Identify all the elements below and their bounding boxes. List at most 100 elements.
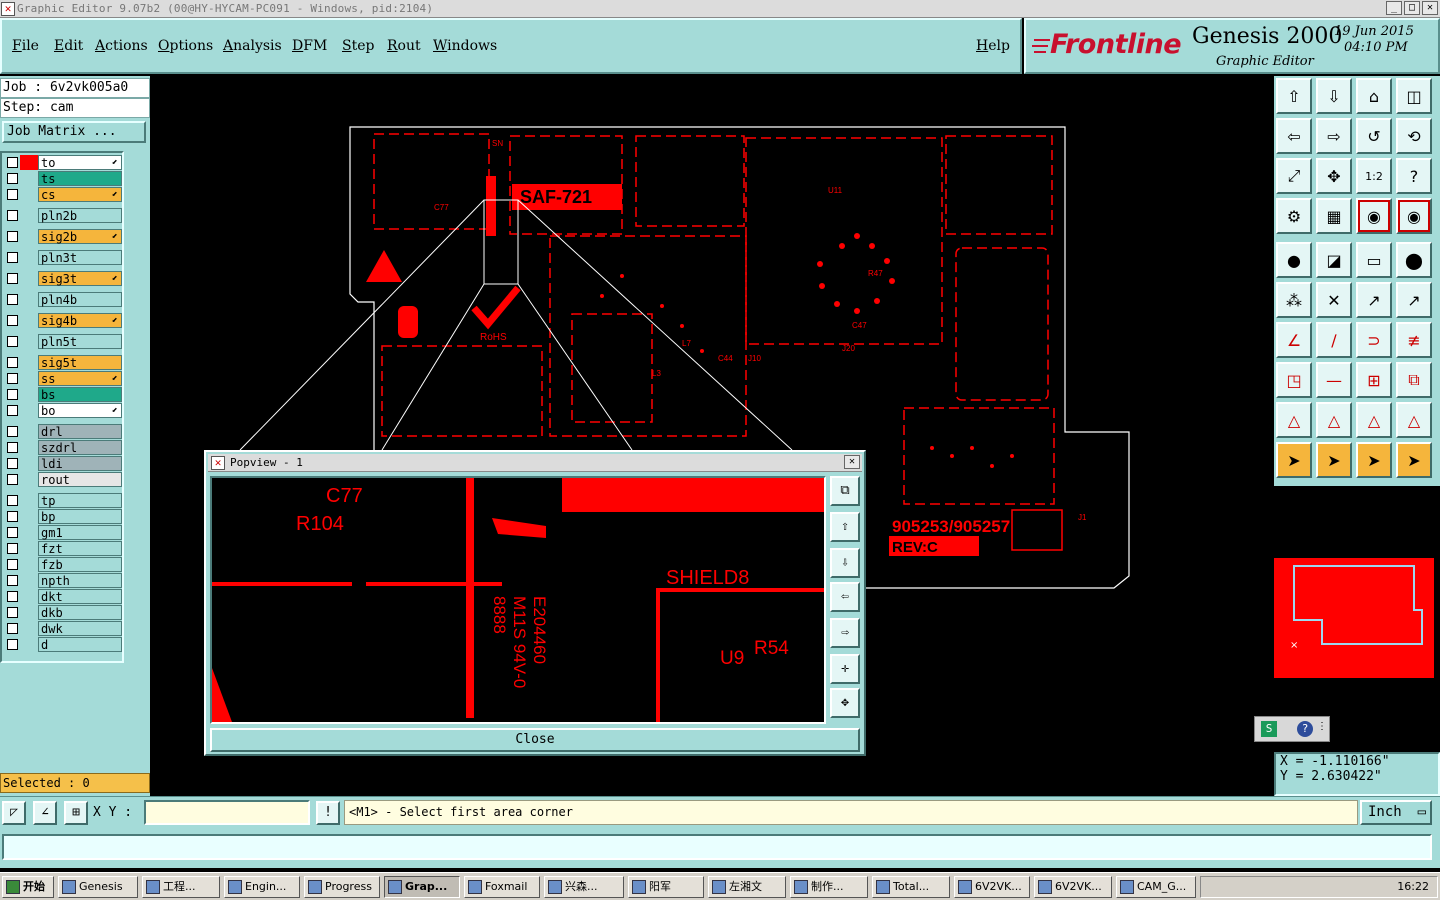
layer-checkbox[interactable] [7, 315, 18, 326]
layer-color-swatch[interactable] [20, 589, 38, 604]
layer-name[interactable]: pln5t [38, 334, 122, 349]
ruler-icon[interactable]: ▭ [1356, 242, 1392, 278]
layer-color-swatch[interactable] [20, 525, 38, 540]
more-icon[interactable]: ⋮ [1317, 721, 1327, 732]
layer-name[interactable]: ss ⬋ [38, 371, 122, 386]
taskbar-item[interactable]: Foxmail [464, 876, 540, 898]
flip-icon[interactable]: ≢ [1396, 322, 1432, 358]
taskbar-item[interactable]: CAM_G... [1116, 876, 1196, 898]
job-matrix-button[interactable]: Job Matrix ... [2, 121, 146, 143]
taskbar-item[interactable]: 工程... [142, 876, 220, 898]
triangle-2-icon[interactable]: △ [1316, 402, 1352, 438]
menu-edit[interactable]: Edit [54, 38, 83, 54]
layer-row-dwk[interactable]: dwk [4, 621, 122, 636]
layer-checkbox[interactable] [7, 442, 18, 453]
layer-row-tp[interactable]: tp [4, 493, 122, 508]
layer-checkbox[interactable] [7, 591, 18, 602]
layer-name[interactable]: bp [38, 509, 122, 524]
layer-row-bs[interactable]: bs [4, 387, 122, 402]
layer-name[interactable]: gm1 [38, 525, 122, 540]
popview-close-icon[interactable]: ✕ [844, 455, 860, 469]
layer-row-ss[interactable]: ss ⬋ [4, 371, 122, 386]
layer-color-swatch[interactable] [20, 456, 38, 471]
layer-checkbox[interactable] [7, 474, 18, 485]
group-icon[interactable]: ⧉ [1396, 362, 1432, 398]
layer-color-swatch[interactable] [20, 440, 38, 455]
taskbar-item[interactable]: Total... [872, 876, 950, 898]
layer-name[interactable]: pln3t [38, 250, 122, 265]
triangle-3-icon[interactable]: △ [1356, 402, 1392, 438]
layer-name[interactable]: ldi [38, 456, 122, 471]
pan-right-icon[interactable]: ⇨ [1316, 118, 1352, 154]
layer-color-swatch[interactable] [20, 229, 38, 244]
layer-color-swatch[interactable] [20, 605, 38, 620]
layer-row-bo[interactable]: bo ⬋ [4, 403, 122, 418]
scale-icon[interactable]: 1:2 [1356, 158, 1392, 194]
pan-all-icon[interactable]: ✥ [1316, 158, 1352, 194]
layer-name[interactable]: dkb [38, 605, 122, 620]
fit-icon[interactable]: ⤢ [1276, 158, 1312, 194]
layer-name[interactable]: tp [38, 493, 122, 508]
pointer-icon[interactable]: ➤ [1276, 442, 1312, 478]
layer-name[interactable]: szdrl [38, 440, 122, 455]
layer-name[interactable]: sig4b ⬋ [38, 313, 122, 328]
layer-row-gm1[interactable]: gm1 [4, 525, 122, 540]
layer-checkbox[interactable] [7, 575, 18, 586]
layer-name[interactable]: pln2b [38, 208, 122, 223]
layer-color-swatch[interactable] [20, 541, 38, 556]
menu-options[interactable]: Options [158, 38, 213, 54]
layer-name[interactable]: pln4b [38, 292, 122, 307]
help-icon[interactable]: ? [1297, 721, 1313, 737]
layer-name[interactable]: sig5t [38, 355, 122, 370]
grid-icon[interactable]: ▦ [1316, 198, 1352, 234]
layer-color-swatch[interactable] [20, 292, 38, 307]
select-box-icon[interactable]: ◳ [1276, 362, 1312, 398]
layer-row-ts[interactable]: ts [4, 171, 122, 186]
zoom-in-icon[interactable]: ✛ [830, 654, 860, 684]
message-field[interactable] [2, 834, 1432, 860]
layer-name[interactable]: d [38, 637, 122, 652]
layer-color-swatch[interactable] [20, 621, 38, 636]
layer-row-fzb[interactable]: fzb [4, 557, 122, 572]
window-icon[interactable]: ◫ [1396, 78, 1432, 114]
layer-checkbox[interactable] [7, 210, 18, 221]
layer-checkbox[interactable] [7, 252, 18, 263]
layer-row-pln5t[interactable]: pln5t [4, 334, 122, 349]
layer-checkbox[interactable] [7, 273, 18, 284]
xy-input[interactable] [144, 800, 310, 825]
units-dropdown[interactable]: Inch ▭ [1360, 800, 1432, 825]
layer-name[interactable]: cs ⬋ [38, 187, 122, 202]
angle-icon[interactable]: ∠ [1276, 322, 1312, 358]
layer-color-swatch[interactable] [20, 472, 38, 487]
layer-checkbox[interactable] [7, 189, 18, 200]
zoom-home-icon[interactable]: ⇧ [1276, 78, 1312, 114]
layer-name[interactable]: dwk [38, 621, 122, 636]
close-window-button[interactable]: ✕ [1422, 1, 1438, 15]
layer-row-pln2b[interactable]: pln2b [4, 208, 122, 223]
layer-checkbox[interactable] [7, 559, 18, 570]
layer-checkbox[interactable] [7, 357, 18, 368]
snap-icon[interactable]: ◸ [2, 801, 26, 825]
line-tool-icon[interactable]: — [1316, 362, 1352, 398]
layer-checkbox[interactable] [7, 231, 18, 242]
pan-left-icon[interactable]: ⇦ [830, 582, 860, 612]
taskbar-item[interactable]: 制作... [790, 876, 868, 898]
layer-checkbox[interactable] [7, 639, 18, 650]
layer-checkbox[interactable] [7, 336, 18, 347]
menu-windows[interactable]: Windows [433, 38, 497, 54]
layer-row-szdrl[interactable]: szdrl [4, 440, 122, 455]
layer-checkbox[interactable] [7, 173, 18, 184]
menu-help[interactable]: Help [976, 38, 1010, 54]
layer-checkbox[interactable] [7, 527, 18, 538]
snap-alt-icon[interactable]: ◉ [1396, 198, 1432, 234]
taskbar-item[interactable]: 左湘文 [708, 876, 786, 898]
layer-row-npth[interactable]: npth [4, 573, 122, 588]
menu-analysis[interactable]: Analysis [223, 38, 282, 54]
pan-up-icon[interactable]: ⇧ [830, 512, 860, 542]
layer-row-pln3t[interactable]: pln3t [4, 250, 122, 265]
move-icon[interactable]: ↗ [1356, 282, 1392, 318]
connect-icon[interactable]: ⁂ [1276, 282, 1312, 318]
layer-row-drl[interactable]: drl [4, 424, 122, 439]
taskbar-item[interactable]: Engin... [224, 876, 300, 898]
layer-row-rout[interactable]: rout [4, 472, 122, 487]
